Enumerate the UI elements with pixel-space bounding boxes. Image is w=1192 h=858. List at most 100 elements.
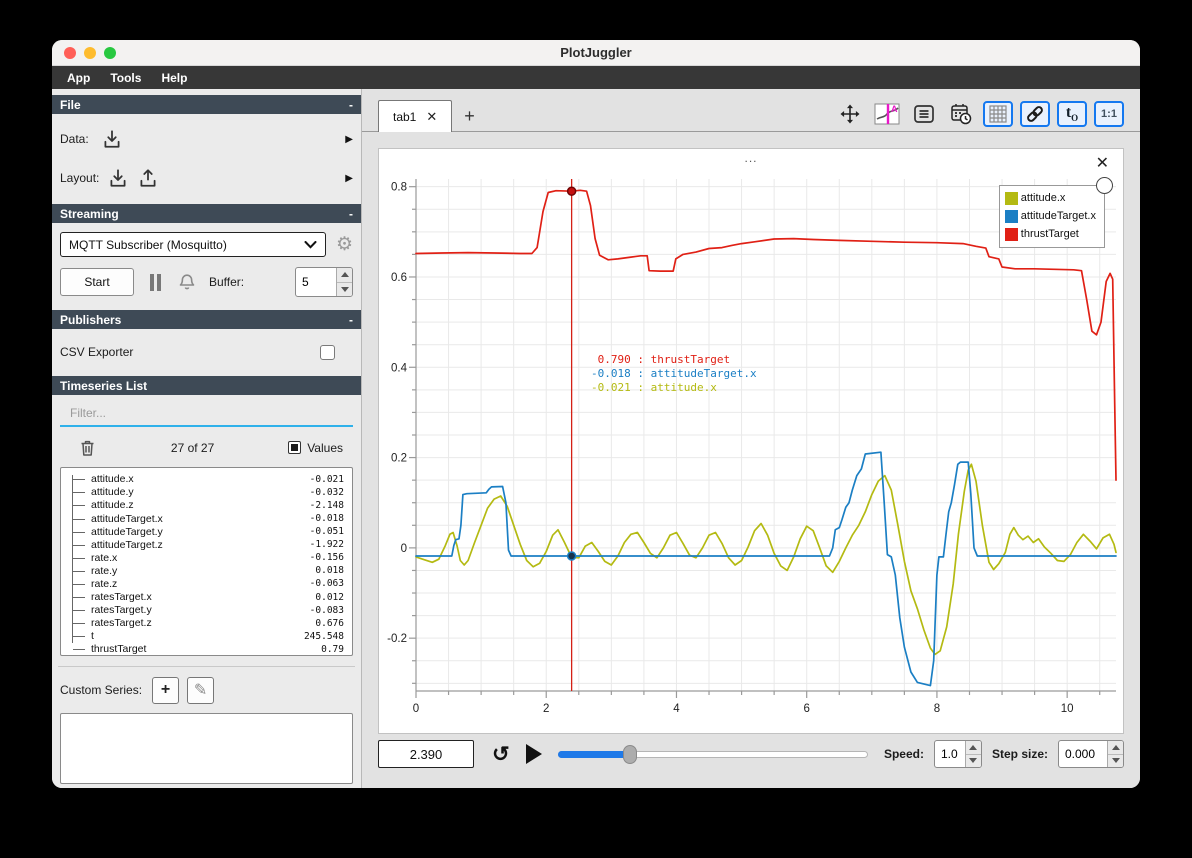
grid-layout-tool-icon[interactable]	[983, 101, 1013, 127]
menu-help[interactable]: Help	[152, 69, 196, 87]
svg-text:-0.2: -0.2	[387, 633, 407, 645]
layout-menu-arrow-icon[interactable]: ▶	[345, 173, 353, 184]
edit-custom-series-button[interactable]: ✎	[187, 676, 215, 704]
svg-text:0.8: 0.8	[391, 182, 407, 194]
section-streaming[interactable]: Streaming -	[52, 204, 361, 223]
plot-legend[interactable]: attitude.x attitudeTarget.x thrustTarget	[998, 177, 1113, 248]
step-up-button[interactable]	[1108, 741, 1123, 755]
list-item[interactable]: ratesTarget.y -0.083	[63, 604, 348, 617]
buffer-value: 5	[302, 275, 309, 289]
series-value: -0.083	[309, 604, 344, 616]
pause-icon[interactable]	[150, 273, 161, 291]
slider-handle[interactable]	[623, 745, 638, 764]
speed-up-button[interactable]	[965, 741, 981, 755]
list-item[interactable]: attitudeTarget.y -0.051	[63, 525, 348, 538]
chevron-down-icon	[304, 240, 317, 249]
t0-sub-glyph: O	[1071, 113, 1079, 124]
series-name: ratesTarget.z	[91, 617, 152, 630]
series-name: attitude.z	[91, 499, 134, 512]
speed-value: 1.0	[940, 747, 958, 761]
zoom-annotation-tool-icon[interactable]: A	[872, 101, 902, 127]
list-item[interactable]: t 245.548	[63, 630, 348, 643]
menu-app[interactable]: App	[58, 69, 99, 87]
svg-text:0.2: 0.2	[391, 453, 407, 465]
section-publishers[interactable]: Publishers -	[52, 310, 361, 329]
speed-down-button[interactable]	[965, 754, 981, 767]
gear-icon[interactable]: ⚙	[336, 233, 353, 256]
buffer-up-button[interactable]	[337, 268, 352, 283]
add-custom-series-button[interactable]: +	[152, 676, 180, 704]
legend-item[interactable]: thrustTarget	[1004, 225, 1096, 243]
series-value: -0.018	[309, 513, 344, 524]
plot-widget: ... ✕ 0 2 4 6 8 10 0.8 0.6 0.4 0.2 0 -0.2 attitude.…	[378, 148, 1124, 734]
section-timeseries[interactable]: Timeseries List	[52, 376, 361, 395]
bell-icon[interactable]	[177, 272, 197, 292]
list-item[interactable]: thrustTarget 0.79	[63, 643, 348, 655]
svg-text:0: 0	[413, 703, 419, 715]
list-item[interactable]: attitude.y -0.032	[63, 486, 348, 499]
speed-spinbox[interactable]: 1.0	[933, 740, 982, 768]
list-item[interactable]: ratesTarget.z 0.676	[63, 617, 348, 630]
series-name: attitude.x	[91, 473, 134, 486]
streaming-source-select[interactable]: MQTT Subscriber (Mosquitto)	[60, 232, 326, 257]
section-file[interactable]: File -	[52, 95, 361, 114]
custom-series-list[interactable]	[60, 713, 353, 785]
buffer-down-button[interactable]	[337, 282, 352, 296]
step-size-value: 0.000	[1065, 747, 1096, 761]
filter-input[interactable]	[70, 406, 343, 421]
svg-text:6: 6	[803, 703, 809, 715]
pencil-icon: ✎	[193, 682, 208, 700]
save-layout-icon[interactable]	[137, 167, 159, 189]
series-value: -0.032	[309, 486, 344, 498]
list-item[interactable]: attitudeTarget.z -1.922	[63, 538, 348, 551]
buffer-spinbox[interactable]: 5	[295, 267, 353, 297]
tab-tab1[interactable]: tab1 ✕	[378, 100, 453, 132]
loop-icon[interactable]: ↺	[492, 742, 510, 767]
collapse-icon[interactable]: -	[349, 313, 353, 327]
series-value: 0.012	[315, 591, 344, 603]
list-item[interactable]: rate.z -0.063	[63, 577, 348, 590]
step-down-button[interactable]	[1108, 754, 1123, 767]
ratio-1-1-tool-icon[interactable]: 1:1	[1094, 101, 1124, 127]
list-item[interactable]: rate.y 0.018	[63, 564, 348, 577]
trash-icon[interactable]	[78, 438, 97, 458]
time-input[interactable]: 2.390	[378, 740, 474, 768]
list-item[interactable]: attitudeTarget.x -0.018	[63, 512, 348, 525]
t0-tool-icon[interactable]: tO	[1057, 101, 1087, 127]
series-value: -0.156	[309, 552, 344, 564]
dock-handle[interactable]: ...	[379, 151, 1123, 165]
link-tool-icon[interactable]	[1020, 101, 1050, 127]
series-value: -0.021	[309, 473, 344, 485]
calendar-clock-tool-icon[interactable]	[946, 101, 976, 127]
series-value: -1.922	[309, 539, 344, 551]
list-item[interactable]: rate.x -0.156	[63, 551, 348, 564]
list-item[interactable]: attitude.z -2.148	[63, 499, 348, 512]
data-menu-arrow-icon[interactable]: ▶	[345, 134, 353, 145]
streaming-source-value: MQTT Subscriber (Mosquitto)	[69, 237, 227, 252]
add-tab-button[interactable]: +	[464, 106, 475, 127]
step-size-spinbox[interactable]: 0.000	[1058, 740, 1124, 768]
series-name: t	[91, 630, 94, 643]
collapse-icon[interactable]: -	[349, 207, 353, 221]
load-layout-icon[interactable]	[107, 167, 129, 189]
data-label: Data:	[60, 132, 89, 146]
play-button[interactable]	[525, 744, 542, 764]
collapse-icon[interactable]: -	[349, 98, 353, 112]
list-item[interactable]: ratesTarget.x 0.012	[63, 591, 348, 604]
legend-item[interactable]: attitude.x	[1004, 189, 1096, 207]
menu-tools[interactable]: Tools	[101, 69, 150, 87]
load-data-icon[interactable]	[101, 128, 123, 150]
series-name: attitude.y	[91, 486, 134, 499]
time-slider[interactable]	[557, 744, 868, 764]
tab-close-icon[interactable]: ✕	[426, 109, 437, 125]
csv-exporter-label: CSV Exporter	[60, 345, 134, 359]
values-checkbox[interactable]	[288, 441, 302, 455]
move-tool-icon[interactable]	[835, 101, 865, 127]
list-tool-icon[interactable]	[909, 101, 939, 127]
legend-item[interactable]: attitudeTarget.x	[1004, 207, 1096, 225]
legend-handle-icon[interactable]	[1096, 177, 1113, 194]
start-button[interactable]: Start	[60, 268, 134, 296]
close-plot-icon[interactable]: ✕	[1096, 153, 1109, 173]
list-item[interactable]: attitude.x -0.021	[63, 473, 348, 486]
csv-exporter-checkbox[interactable]	[320, 344, 335, 360]
